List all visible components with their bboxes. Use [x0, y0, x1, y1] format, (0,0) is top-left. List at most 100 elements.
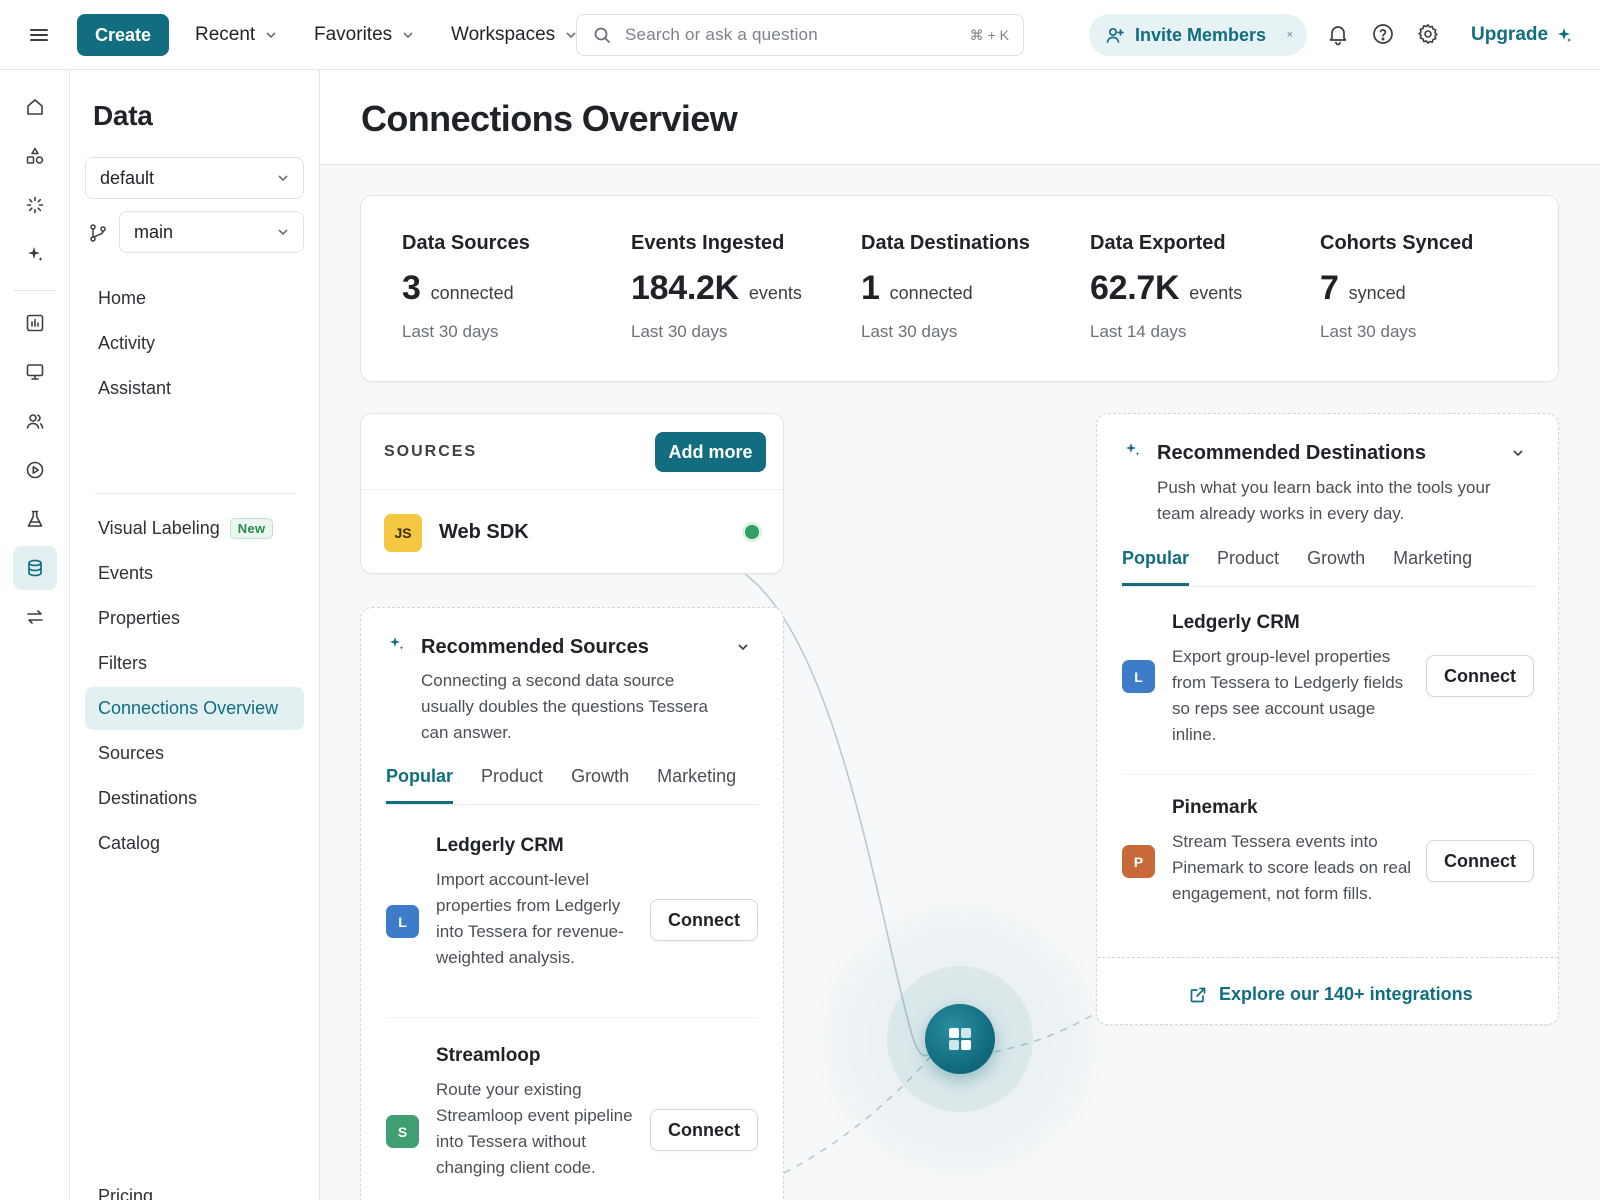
play-circle-icon[interactable] — [13, 448, 57, 492]
sidebar-item-label: Connections Overview — [98, 698, 279, 718]
sidebar-item-label: Activity — [98, 333, 156, 353]
connect-button[interactable]: Connect — [650, 899, 758, 941]
tab-product[interactable]: Product — [481, 766, 543, 804]
stat-events-ingested: Events Ingested 184.2K events Last 30 day… — [631, 232, 851, 342]
home-icon[interactable] — [13, 85, 57, 129]
recommended-destinations-description: Push what you learn back into the tools … — [1157, 478, 1491, 523]
monitor-icon[interactable] — [13, 350, 57, 394]
stat-period: Last 14 days — [1090, 322, 1187, 341]
close-icon[interactable]: × — [1287, 29, 1293, 41]
recommended-destinations-title: Recommended Destinations — [1157, 442, 1426, 464]
stat-label: Data Destinations — [861, 232, 1030, 254]
data-sidebar: Data default main Home Activity Assistan… — [70, 70, 320, 1200]
explore-integrations-link[interactable]: Explore our 140+ integrations — [1189, 984, 1473, 1005]
explore-divider — [1097, 957, 1558, 958]
upgrade-link[interactable]: Upgrade — [1471, 22, 1572, 48]
sidebar-item-activity[interactable]: Activity — [85, 322, 304, 365]
invite-members-button[interactable]: Invite Members × — [1089, 14, 1307, 56]
database-icon[interactable] — [13, 546, 57, 590]
invite-members-label: Invite Members — [1135, 24, 1267, 45]
tab-popular[interactable]: Popular — [386, 766, 454, 804]
integration-divider — [386, 1017, 758, 1018]
loader-icon[interactable] — [13, 183, 57, 227]
favorites-label: Favorites — [314, 24, 393, 45]
connect-button[interactable]: Connect — [650, 1109, 758, 1151]
create-button[interactable]: Create — [77, 14, 169, 56]
sparkle-icon — [1126, 443, 1140, 456]
sidebar-item-label: Pricing — [98, 1186, 154, 1200]
help-icon[interactable] — [1371, 22, 1395, 46]
recent-label: Recent — [195, 24, 256, 45]
add-user-icon — [1106, 27, 1124, 43]
sidebar-item-sources[interactable]: Sources — [85, 732, 304, 775]
gear-icon[interactable] — [1416, 22, 1440, 46]
add-more-button[interactable]: Add more — [655, 432, 766, 472]
sidebar-item-filters[interactable]: Filters — [85, 642, 304, 685]
sidebar-title: Data — [93, 100, 153, 131]
menu-icon[interactable] — [28, 24, 50, 46]
source-name[interactable]: Web SDK — [439, 521, 529, 544]
recommended-destinations-card: Recommended Destinations Push what you l… — [1096, 413, 1559, 1025]
tab-marketing[interactable]: Marketing — [657, 766, 736, 804]
tab-popular[interactable]: Popular — [1122, 548, 1190, 586]
stat-cohorts-synced: Cohorts Synced 7 synced Last 30 days — [1320, 232, 1540, 342]
hub-node[interactable] — [925, 1004, 995, 1074]
stat-data-exported: Data Exported 62.7K events Last 14 days — [1090, 232, 1310, 342]
sidebar-item-visual-labeling[interactable]: Visual Labeling New — [85, 507, 304, 550]
stat-unit: synced — [1348, 283, 1406, 303]
sidebar-item-catalog[interactable]: Catalog — [85, 822, 304, 865]
integration-item: Pinemark Stream Tessera events into Pine… — [1122, 797, 1534, 947]
tab-growth[interactable]: Growth — [1307, 548, 1365, 586]
favorites-dropdown[interactable]: Favorites — [314, 22, 414, 48]
recommended-sources-title: Recommended Sources — [421, 636, 649, 658]
stat-unit: connected — [889, 283, 973, 303]
chevron-down-icon[interactable] — [1511, 446, 1525, 460]
branch-select[interactable]: main — [119, 211, 304, 253]
transfer-icon[interactable] — [13, 595, 57, 639]
stat-label: Cohorts Synced — [1320, 232, 1474, 254]
sidebar-item-destinations[interactable]: Destinations — [85, 777, 304, 820]
search-input[interactable]: Search or ask a question ⌘ + K — [576, 14, 1024, 56]
stat-unit: events — [748, 283, 802, 303]
sidebar-item-properties[interactable]: Properties — [85, 597, 304, 640]
sidebar-item-connections-overview[interactable]: Connections Overview — [85, 687, 304, 730]
chevron-down-icon — [403, 32, 413, 39]
integration-name: Ledgerly CRM — [1172, 612, 1300, 633]
sidebar-item-label: Home — [98, 288, 147, 308]
new-badge: New — [229, 518, 274, 539]
sidebar-item-label: Properties — [98, 608, 181, 628]
workspaces-label: Workspaces — [451, 24, 556, 45]
sidebar-item-home[interactable]: Home — [85, 277, 304, 320]
flask-icon[interactable] — [13, 497, 57, 541]
project-select[interactable]: default — [85, 157, 304, 199]
tab-product[interactable]: Product — [1217, 548, 1279, 586]
chart-icon[interactable] — [13, 301, 57, 345]
stat-value: 184.2K — [631, 269, 739, 307]
connect-button[interactable]: Connect — [1426, 655, 1534, 697]
sparkle-icon[interactable] — [13, 232, 57, 276]
stat-unit: connected — [430, 283, 514, 303]
bell-icon[interactable] — [1326, 22, 1350, 46]
search-icon — [594, 27, 610, 43]
search-shortcut: ⌘ + K — [969, 26, 1009, 43]
recent-dropdown[interactable]: Recent — [195, 22, 277, 48]
stat-value: 3 — [402, 269, 421, 307]
project-select-value: default — [100, 167, 155, 188]
sidebar-item-assistant[interactable]: Assistant — [85, 367, 304, 410]
sparkle-icon — [390, 637, 404, 650]
workspaces-dropdown[interactable]: Workspaces — [451, 22, 577, 48]
tab-growth[interactable]: Growth — [571, 766, 629, 804]
stat-value: 7 — [1320, 269, 1339, 307]
integration-badge: L — [386, 905, 419, 938]
page-header: Connections Overview — [320, 70, 1600, 165]
connect-button[interactable]: Connect — [1426, 840, 1534, 882]
chevron-down-icon[interactable] — [736, 640, 750, 654]
integration-name: Streamloop — [436, 1045, 541, 1066]
users-icon[interactable] — [13, 399, 57, 443]
sidebar-item-pricing[interactable]: Pricing — [85, 1175, 304, 1200]
explore-integrations-label: Explore our 140+ integrations — [1219, 984, 1473, 1004]
tab-marketing[interactable]: Marketing — [1393, 548, 1472, 586]
integration-description: Export group-level properties from Tesse… — [1172, 647, 1404, 744]
shapes-icon[interactable] — [13, 134, 57, 178]
sidebar-item-events[interactable]: Events — [85, 552, 304, 595]
